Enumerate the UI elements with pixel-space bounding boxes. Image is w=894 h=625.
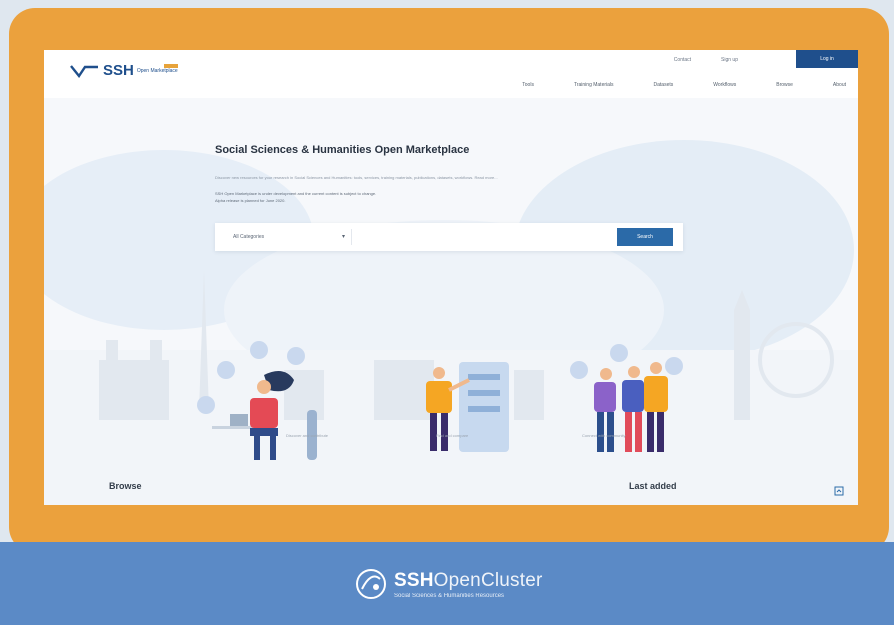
sshopencluster-logo-icon xyxy=(356,569,386,599)
browser-screen: SSH Open Marketplace Contact Sign up Log… xyxy=(44,50,858,505)
footer-tagline: Social Sciences & Humanities Resources xyxy=(394,592,505,599)
last-added-heading: Last added xyxy=(629,481,677,491)
back-to-top-icon[interactable] xyxy=(834,486,844,496)
hero-description: Discover new resources for your research… xyxy=(215,175,498,180)
hero-note-line2: Alpha release is planned for June 2020. xyxy=(215,198,286,203)
signup-link[interactable]: Sign up xyxy=(721,57,738,63)
nav-workflows[interactable]: Workflows xyxy=(713,82,736,88)
footer-brand-light: OpenCluster xyxy=(433,569,543,591)
chevron-down-icon: ▾ xyxy=(341,234,345,240)
logo-badge xyxy=(164,64,178,68)
main-nav: Tools Training Materials Datasets Workfl… xyxy=(522,82,846,88)
footer-brand-bold: SSH xyxy=(394,569,434,591)
top-navigation-bar: SSH Open Marketplace Contact Sign up Log… xyxy=(44,50,858,98)
hero-illustration xyxy=(99,270,834,460)
logo-text: SSH xyxy=(103,62,134,79)
hero-note-line1: SSH Open Marketplace is under developmen… xyxy=(215,191,377,196)
footer-brand-title: SSHOpenCluster xyxy=(394,570,543,592)
search-bar: All Categories ▾ Search xyxy=(215,223,683,251)
hero-note: SSH Open Marketplace is under developmen… xyxy=(215,190,535,204)
browse-heading: Browse xyxy=(109,481,142,491)
caption-find: Find and compare xyxy=(436,433,469,438)
caption-discover: Discover and contribute xyxy=(286,433,329,438)
nav-training-materials[interactable]: Training Materials xyxy=(574,82,614,88)
nav-about[interactable]: About xyxy=(833,82,846,88)
nav-browse[interactable]: Browse xyxy=(776,82,793,88)
footer-brand: SSHOpenCluster Social Sciences & Humanit… xyxy=(394,570,543,599)
category-select[interactable]: All Categories ▾ xyxy=(225,229,353,245)
ssh-logo-icon xyxy=(70,64,98,78)
nav-tools[interactable]: Tools xyxy=(522,82,534,88)
search-button[interactable]: Search xyxy=(617,228,673,246)
category-select-value: All Categories xyxy=(233,234,265,240)
nav-datasets[interactable]: Datasets xyxy=(654,82,674,88)
ssh-logo[interactable]: SSH Open Marketplace xyxy=(70,62,178,79)
logo-subtitle: Open Marketplace xyxy=(136,67,178,74)
login-button[interactable]: Log in xyxy=(796,50,858,68)
top-links: Contact Sign up xyxy=(674,57,738,63)
contact-link[interactable]: Contact xyxy=(674,57,691,63)
page-title: Social Sciences & Humanities Open Market… xyxy=(215,144,470,156)
sshopencluster-logo: SSHOpenCluster Social Sciences & Humanit… xyxy=(354,564,543,604)
search-input[interactable] xyxy=(351,229,612,245)
caption-connect: Connect with community xyxy=(582,433,626,438)
